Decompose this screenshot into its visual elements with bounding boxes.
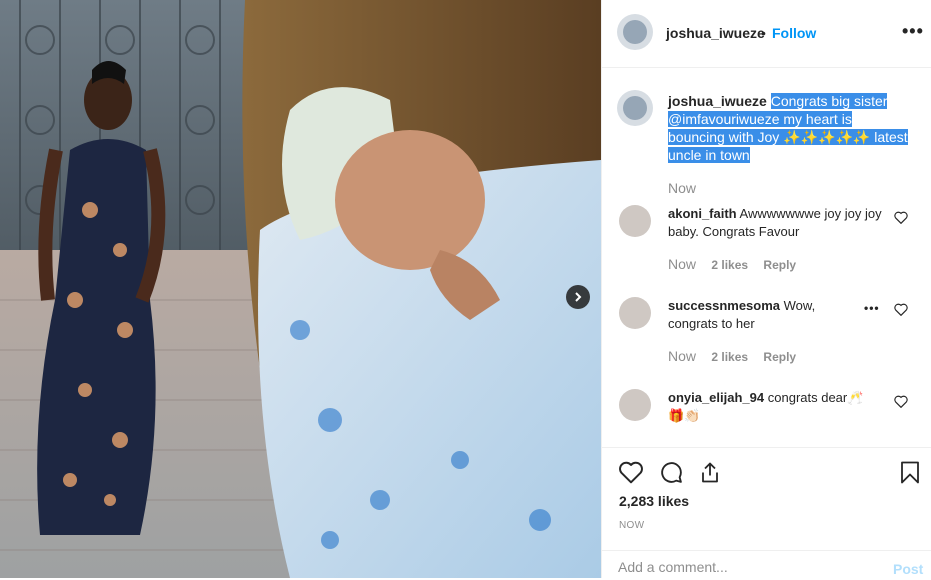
caption-text: joshua_iwueze Congrats big sister @imfav… xyxy=(668,92,908,164)
post-comment-button[interactable]: Post xyxy=(893,561,923,577)
avatar[interactable] xyxy=(619,389,651,421)
comment-text: successnmesoma Wow, congrats to her xyxy=(668,297,863,333)
comment-more-button[interactable]: ••• xyxy=(864,301,880,315)
comment-input[interactable] xyxy=(618,559,858,575)
bookmark-icon[interactable] xyxy=(900,460,920,490)
comment-text: onyia_elijah_94 congrats dear🥂 🎁👏🏻 xyxy=(668,389,883,425)
comment-icon[interactable] xyxy=(659,460,684,490)
share-icon[interactable] xyxy=(698,460,722,490)
heart-icon[interactable] xyxy=(894,303,908,321)
post-timestamp: NOW xyxy=(619,520,645,531)
header-username[interactable]: joshua_iwueze xyxy=(666,25,765,41)
comment-meta: Now 2 likes Reply xyxy=(668,256,808,272)
add-comment-bar: Post xyxy=(602,550,931,580)
heart-icon[interactable] xyxy=(618,460,644,489)
comment-username[interactable]: successnmesoma xyxy=(668,298,780,313)
comment-likes[interactable]: 2 likes xyxy=(711,258,748,272)
avatar[interactable] xyxy=(619,297,651,329)
reply-button[interactable]: Reply xyxy=(763,350,796,364)
photo-collage xyxy=(0,0,601,578)
heart-icon[interactable] xyxy=(894,395,908,413)
caption-avatar[interactable] xyxy=(617,90,653,126)
comment-meta: Now 2 likes Reply xyxy=(668,348,808,364)
avatar[interactable] xyxy=(617,14,653,50)
comment-time: Now xyxy=(668,256,697,272)
caption-username[interactable]: joshua_iwueze xyxy=(668,93,767,109)
heart-icon[interactable] xyxy=(894,211,908,229)
follow-button[interactable]: Follow xyxy=(772,25,816,41)
comment-username[interactable]: akoni_faith xyxy=(668,206,737,221)
post-photo[interactable] xyxy=(0,0,601,578)
chevron-right-icon xyxy=(573,292,583,302)
next-photo-button[interactable] xyxy=(566,285,590,309)
more-options-button[interactable]: ••• xyxy=(902,21,924,42)
likes-count[interactable]: 2,283 likes xyxy=(619,493,689,509)
avatar[interactable] xyxy=(619,205,651,237)
post-actions: 2,283 likes NOW Post xyxy=(602,447,931,579)
comment-time: Now xyxy=(668,348,697,364)
comment-text: akoni_faith Awwwwwwwe joy joy joy baby. … xyxy=(668,205,883,241)
comment-username[interactable]: onyia_elijah_94 xyxy=(668,390,764,405)
follow-separator: • xyxy=(761,25,766,41)
post-header: joshua_iwueze • Follow ••• xyxy=(602,0,931,68)
post-side-panel: joshua_iwueze • Follow ••• joshua_iwueze… xyxy=(601,0,931,578)
reply-button[interactable]: Reply xyxy=(763,258,796,272)
caption-time: Now xyxy=(668,180,697,196)
comment-likes[interactable]: 2 likes xyxy=(711,350,748,364)
